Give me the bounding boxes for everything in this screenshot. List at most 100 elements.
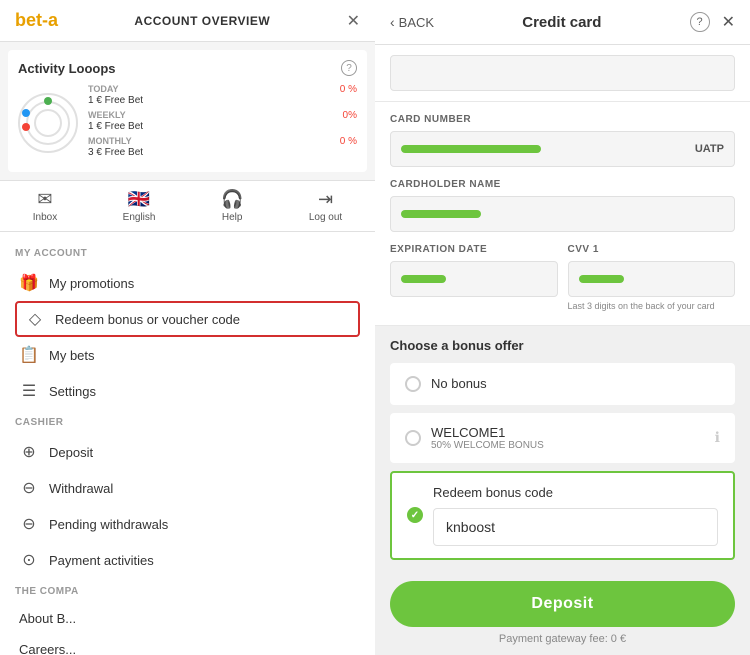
nav-english[interactable]: 🇬🇧 English — [123, 189, 156, 223]
cvv-hint: Last 3 digits on the back of your card — [568, 301, 736, 313]
bets-icon: 📋 — [19, 345, 39, 365]
activity-circles — [18, 93, 78, 153]
cardholder-group: CARDHOLDER NAME — [390, 179, 735, 232]
payment-icon: ⊙ — [19, 550, 39, 570]
left-header: bet-a ACCOUNT OVERVIEW ✕ — [0, 0, 375, 42]
menu-item-bets[interactable]: 📋 My bets — [15, 337, 360, 373]
menu-item-careers[interactable]: Careers... — [15, 634, 360, 655]
about-label: About B... — [19, 611, 76, 626]
deposit-area: Deposit Payment gateway fee: 0 € — [375, 581, 750, 655]
value-today: 1 € Free Bet — [88, 95, 143, 106]
bonus-option-redeem[interactable]: ✓ Redeem bonus code — [390, 471, 735, 560]
nav-logout-label: Log out — [309, 212, 342, 223]
deposit-menu-label: Deposit — [49, 445, 93, 460]
fee-text: Payment gateway fee: 0 € — [390, 633, 735, 645]
checkmark-icon: ✓ — [411, 510, 419, 521]
menu-item-promotions[interactable]: 🎁 My promotions — [15, 265, 360, 301]
close-right-icon[interactable]: ✕ — [722, 12, 735, 32]
nav-english-label: English — [123, 212, 156, 223]
card-number-input[interactable]: UATP — [390, 131, 735, 167]
period-weekly: WEEKLY — [88, 110, 143, 120]
pct-weekly: 0% — [343, 110, 357, 132]
cvv-label: CVV 1 — [568, 244, 736, 255]
redeem-code-input[interactable] — [433, 508, 718, 546]
help-circle-icon[interactable]: ? — [690, 12, 710, 32]
back-label: BACK — [399, 15, 434, 30]
cvv-group: CVV 1 Last 3 digits on the back of your … — [568, 244, 736, 313]
logo: bet-a — [15, 10, 58, 31]
top-field-placeholder — [390, 55, 735, 91]
menu-section: MY ACCOUNT 🎁 My promotions ◇ Redeem bonu… — [0, 232, 375, 655]
activity-row-today: TODAY 1 € Free Bet 0 % — [88, 84, 357, 106]
dot-green — [44, 97, 52, 105]
nav-logout[interactable]: ⇥ Log out — [309, 189, 342, 223]
radio-redeem: ✓ — [407, 507, 423, 523]
top-input-area — [375, 45, 750, 102]
cardholder-label: CARDHOLDER NAME — [390, 179, 735, 190]
cvv-input[interactable] — [568, 261, 736, 297]
menu-item-withdrawal[interactable]: ⊖ Withdrawal — [15, 470, 360, 506]
activity-help-icon[interactable]: ? — [341, 60, 357, 76]
menu-item-deposit[interactable]: ⊕ Deposit — [15, 434, 360, 470]
cardholder-input[interactable] — [390, 196, 735, 232]
flag-icon: 🇬🇧 — [128, 189, 150, 210]
redeem-code-wrapper — [433, 508, 718, 546]
nav-inbox-label: Inbox — [33, 212, 57, 223]
right-panel: ‹ BACK Credit card ? ✕ CARD NUMBER UATP … — [375, 0, 750, 655]
payment-activities-label: Payment activities — [49, 553, 154, 568]
redeem-bonus-name: Redeem bonus code — [433, 485, 718, 500]
left-panel: bet-a ACCOUNT OVERVIEW ✕ Activity Looops… — [0, 0, 375, 655]
radio-no-bonus — [405, 376, 421, 392]
bottom-nav: ✉ Inbox 🇬🇧 English 🎧 Help ⇥ Log out — [0, 180, 375, 232]
menu-item-payment-activities[interactable]: ⊙ Payment activities — [15, 542, 360, 578]
cvv-value — [579, 275, 624, 283]
circle-3 — [34, 109, 62, 137]
menu-item-pending[interactable]: ⊖ Pending withdrawals — [15, 506, 360, 542]
close-icon[interactable]: ✕ — [347, 11, 360, 31]
withdrawal-label: Withdrawal — [49, 481, 113, 496]
pending-label: Pending withdrawals — [49, 517, 168, 532]
activity-section: Activity Looops ? TODAY 1 € Free Bet 0 % — [8, 50, 367, 172]
logout-icon: ⇥ — [318, 189, 333, 210]
my-account-title: MY ACCOUNT — [15, 248, 360, 259]
pending-icon: ⊖ — [19, 514, 39, 534]
dot-blue — [22, 109, 30, 117]
period-today: TODAY — [88, 84, 143, 94]
deposit-button[interactable]: Deposit — [390, 581, 735, 627]
pct-today: 0 % — [340, 84, 357, 106]
activity-header: Activity Looops ? — [18, 60, 357, 76]
bonus-option-welcome[interactable]: WELCOME1 50% WELCOME BONUS ℹ — [390, 413, 735, 463]
value-monthly: 3 € Free Bet — [88, 147, 143, 158]
bets-label: My bets — [49, 348, 95, 363]
bonus-section-title: Choose a bonus offer — [390, 338, 735, 353]
card-number-value — [401, 145, 541, 153]
expiry-group: EXPIRATION DATE — [390, 244, 558, 313]
redeem-icon: ◇ — [25, 309, 45, 329]
withdrawal-icon: ⊖ — [19, 478, 39, 498]
menu-item-redeem[interactable]: ◇ Redeem bonus or voucher code — [15, 301, 360, 337]
expiry-input[interactable] — [390, 261, 558, 297]
company-title: THE COMPA — [15, 586, 360, 597]
card-number-section: CARD NUMBER UATP CARDHOLDER NAME EXPIRAT… — [375, 102, 750, 326]
inbox-icon: ✉ — [37, 189, 52, 210]
bonus-option-no-bonus[interactable]: No bonus — [390, 363, 735, 405]
careers-label: Careers... — [19, 642, 76, 655]
cardholder-value — [401, 210, 481, 218]
back-button[interactable]: ‹ BACK — [390, 14, 434, 30]
value-weekly: 1 € Free Bet — [88, 121, 143, 132]
nav-inbox[interactable]: ✉ Inbox — [33, 189, 57, 223]
uatp-label: UATP — [695, 143, 724, 155]
radio-welcome — [405, 430, 421, 446]
settings-icon: ☰ — [19, 381, 39, 401]
nav-help[interactable]: 🎧 Help — [221, 189, 243, 223]
credit-card-title: Credit card — [522, 14, 601, 31]
cashier-title: CASHIER — [15, 417, 360, 428]
card-number-label: CARD NUMBER — [390, 114, 735, 125]
menu-item-about[interactable]: About B... — [15, 603, 360, 634]
bonus-section: Choose a bonus offer No bonus WELCOME1 5… — [375, 326, 750, 581]
period-monthly: MONTHLY — [88, 136, 143, 146]
activity-title: Activity Looops — [18, 61, 116, 76]
menu-item-settings[interactable]: ☰ Settings — [15, 373, 360, 409]
activity-items: TODAY 1 € Free Bet 0 % WEEKLY 1 € Free B… — [88, 84, 357, 162]
welcome-info-icon[interactable]: ℹ — [715, 429, 720, 446]
